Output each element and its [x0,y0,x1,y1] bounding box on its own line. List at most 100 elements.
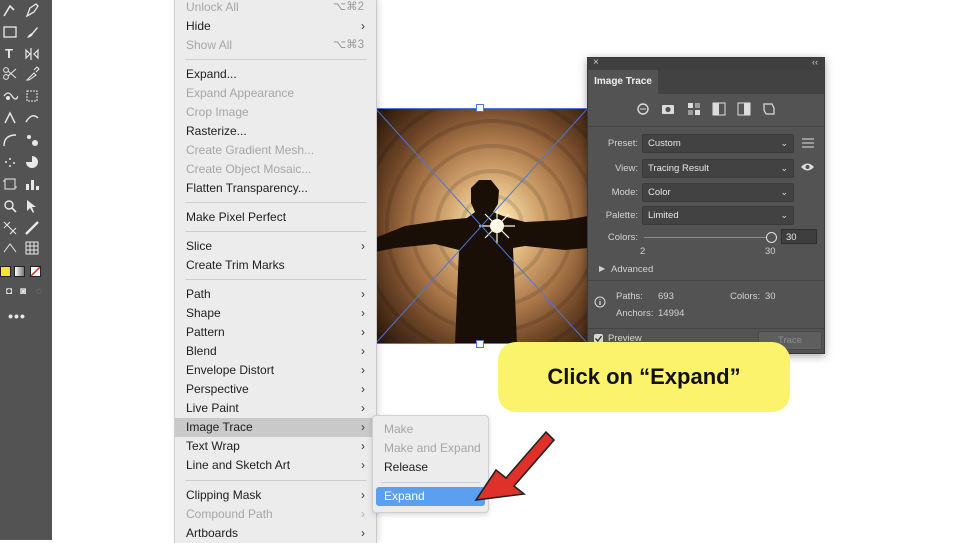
menu-item-image-trace[interactable]: Image Trace › [175,418,376,437]
submenu-arrow-icon: › [361,418,365,437]
submenu-arrow-icon: › [361,17,365,36]
menu-item-create-object-mosaic[interactable]: Create Object Mosaic... [175,160,376,179]
menu-item-clipping-mask[interactable]: Clipping Mask› [175,486,376,505]
chevron-down-icon: ⌄ [780,160,788,177]
menu-item-crop-image[interactable]: Crop Image [175,103,376,122]
more-tools-icon[interactable]: ••• [8,308,26,324]
menu-item-label: Image Trace [186,418,253,437]
menu-item-compound-path[interactable]: Compound Path› [175,505,376,524]
preset-manager-icon[interactable] [802,138,814,151]
menu-item-text-wrap[interactable]: Text Wrap› [175,437,376,456]
menu-item-make-pixel-perfect[interactable]: Make Pixel Perfect [175,208,376,227]
artboard-tool-icon[interactable] [2,176,20,192]
paintbrush-tool-icon[interactable] [24,24,42,40]
mode-select[interactable]: Color⌄ [642,183,794,202]
scissors-tool-icon[interactable] [2,66,20,82]
type-tool-icon[interactable]: T [0,46,18,62]
submenu-item-make-and-expand[interactable]: Make and Expand [376,439,485,458]
colors-max-label: 30 [765,246,776,257]
paths-label: Paths: [616,291,643,302]
menu-item-envelope-distort[interactable]: Envelope Distort› [175,361,376,380]
colors-input[interactable]: 30 [781,229,817,244]
disclosure-triangle-icon[interactable]: ▶ [599,264,605,273]
preset-value: Custom [648,135,681,152]
none-swatch[interactable] [30,266,41,277]
menu-item-flatten-transparency[interactable]: Flatten Transparency... [175,179,376,198]
panel-title-bar[interactable]: × ‹‹ [588,58,824,70]
colors-slider-track[interactable] [644,237,770,238]
eyedropper-tool-icon[interactable] [24,66,42,82]
selection-bounding-box [375,108,588,344]
menu-item-create-gradient-mesh[interactable]: Create Gradient Mesh... [175,141,376,160]
palette-label: Palette: [588,210,638,221]
mode-label: Mode: [588,187,638,198]
curvature-tool-icon[interactable] [2,2,20,18]
blob-brush-tool-icon[interactable] [24,132,42,148]
menu-item-blend[interactable]: Blend› [175,342,376,361]
tab-image-trace[interactable]: Image Trace [588,70,658,94]
menu-item-hide[interactable]: Hide› [175,17,376,36]
selection-handle-top[interactable] [476,104,484,112]
width-tool-icon[interactable] [2,240,20,256]
advanced-toggle[interactable]: Advanced [611,264,653,275]
colors-slider-thumb[interactable] [766,232,777,243]
live-paint-tool-icon[interactable] [24,110,42,126]
selection-tool-icon[interactable] [24,198,42,214]
submenu-arrow-icon: › [361,342,365,361]
gradient-tool-icon[interactable] [24,220,42,236]
submenu-item-release[interactable]: Release [376,458,485,477]
eye-icon[interactable] [801,162,814,175]
rectangle-tool-icon[interactable] [2,24,20,40]
low-color-preset-icon[interactable] [687,102,701,116]
submenu-item-expand[interactable]: Expand [376,487,485,506]
gradient-swatch[interactable] [14,266,25,277]
symbol-sprayer-tool-icon[interactable] [2,154,20,170]
menu-item-show-all[interactable]: Show All⌥⌘3 [175,36,376,55]
menu-item-expand-appearance[interactable]: Expand Appearance [175,84,376,103]
preset-select[interactable]: Custom⌄ [642,134,794,153]
menu-item-line-and-sketch-art[interactable]: Line and Sketch Art› [175,456,376,475]
submenu-item-label: Release [384,458,428,477]
menu-item-label: Flatten Transparency... [186,179,308,198]
fill-swatch[interactable] [0,266,11,277]
menu-item-slice[interactable]: Slice› [175,237,376,256]
mesh-tool-icon[interactable] [2,220,20,236]
pen-tool-icon[interactable] [24,2,42,18]
high-color-preset-icon[interactable] [661,102,675,116]
menu-item-label: Unlock All [186,0,239,17]
column-graph-tool-icon[interactable] [24,176,42,192]
outline-preset-icon[interactable] [762,102,776,116]
chart-grid-tool-icon[interactable] [24,240,42,256]
pie-graph-tool-icon[interactable] [24,154,42,170]
black-and-white-preset-icon[interactable] [737,102,751,116]
free-transform-tool-icon[interactable] [24,88,42,104]
submenu-item-make[interactable]: Make [376,420,485,439]
grayscale-preset-icon[interactable] [712,102,726,116]
warp-tool-icon[interactable] [2,88,20,104]
menu-item-rasterize[interactable]: Rasterize... [175,122,376,141]
menu-item-unlock-all[interactable]: Unlock All⌥⌘2 [175,0,376,17]
menu-item-expand[interactable]: Expand... [175,65,376,84]
menu-item-label: Line and Sketch Art [186,456,290,475]
menu-item-create-trim-marks[interactable]: Create Trim Marks [175,256,376,275]
selection-handle-bottom[interactable] [476,340,484,348]
menu-item-live-paint[interactable]: Live Paint› [175,399,376,418]
menu-item-label: Make Pixel Perfect [186,208,286,227]
auto-color-preset-icon[interactable] [636,102,650,116]
close-panel-icon[interactable]: × [593,57,599,68]
collapse-panel-icon[interactable]: ‹‹ [812,57,818,67]
palette-select[interactable]: Limited⌄ [642,206,794,225]
view-select[interactable]: Tracing Result⌄ [642,159,794,178]
draw-inside-icon[interactable]: ◌ [30,284,48,300]
arc-tool-icon[interactable] [2,132,20,148]
panel-tab-bar [658,70,824,94]
menu-item-path[interactable]: Path› [175,285,376,304]
menu-item-shape[interactable]: Shape› [175,304,376,323]
reflect-tool-icon[interactable] [24,46,42,62]
submenu-arrow-icon: › [361,486,365,505]
zoom-tool-icon[interactable] [2,198,20,214]
menu-item-perspective[interactable]: Perspective› [175,380,376,399]
menu-item-pattern[interactable]: Pattern› [175,323,376,342]
shape-builder-tool-icon[interactable] [2,110,20,126]
menu-item-artboards[interactable]: Artboards› [175,524,376,543]
